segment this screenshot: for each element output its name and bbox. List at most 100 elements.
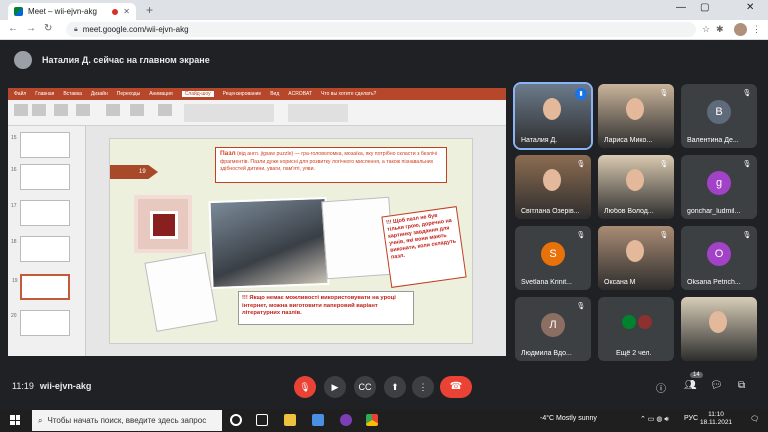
- camera-button[interactable]: ▶: [324, 376, 346, 398]
- participant-tile[interactable]: 🎙︎ Лариса Мико...: [598, 84, 674, 148]
- meeting-details-icon[interactable]: ⓘ: [656, 380, 666, 395]
- task-view-icon[interactable]: [256, 414, 268, 426]
- ppt-tab[interactable]: Вставка: [63, 91, 82, 97]
- ppt-tab[interactable]: Файл: [14, 91, 26, 97]
- mic-off-button[interactable]: 🎙︎: [294, 376, 316, 398]
- participant-name: Лариса Мико...: [604, 137, 653, 144]
- participant-tile[interactable]: 🎙︎ Любов Волод...: [598, 155, 674, 219]
- taskbar-search[interactable]: ⌕ Чтобы начать поиск, введите здесь запр…: [32, 410, 222, 431]
- ppt-tab[interactable]: Главная: [35, 91, 54, 97]
- chat-icon[interactable]: 💬︎: [710, 380, 723, 391]
- forward-icon[interactable]: →: [26, 23, 36, 34]
- ppt-tab[interactable]: ACROBAT: [288, 91, 312, 97]
- participants-count: 14: [690, 372, 703, 378]
- participant-tile[interactable]: Л 🎙︎ Людмила Вдо...: [515, 297, 591, 361]
- presenter-banner: Наталия Д. сейчас на главном экране: [8, 48, 760, 72]
- url-field[interactable]: 🔒︎ meet.google.com/wii-ejvn-akg: [66, 22, 696, 37]
- reload-icon[interactable]: ↻: [44, 23, 52, 34]
- meeting-code: wii-ejvn-akg: [39, 381, 92, 391]
- notifications-icon[interactable]: 🗨︎: [750, 415, 759, 423]
- search-icon: ⌕: [38, 415, 43, 425]
- meet-control-bar: 11:19 wii-ejvn-akg 🎙︎ ▶ CC ⬆ ⋮ ☎ ⓘ 👥︎ 14 …: [0, 372, 768, 402]
- ppt-tab[interactable]: Дизайн: [91, 91, 108, 97]
- slide-thumbnail[interactable]: 18: [11, 236, 70, 262]
- ppt-workspace: 15 16 17 18 19 20 19 Пазл (від англ. jig…: [8, 126, 506, 356]
- clock-date: 18.11.2021: [700, 419, 733, 427]
- menu-icon[interactable]: ⋮: [752, 24, 761, 35]
- participant-tile[interactable]: S 🎙︎ Svetlana Krinit...: [515, 226, 591, 290]
- maximize-icon[interactable]: ▢: [700, 2, 709, 13]
- new-tab-button[interactable]: +: [146, 3, 153, 17]
- store-icon[interactable]: [312, 414, 324, 426]
- back-icon[interactable]: ←: [8, 23, 18, 34]
- ppt-tab[interactable]: Что вы хотите сделать?: [321, 91, 376, 97]
- people-icon[interactable]: 👥︎: [684, 380, 697, 391]
- mic-muted-icon: 🎙︎: [659, 232, 669, 239]
- ppt-tab[interactable]: Слайд-шоу: [181, 91, 214, 97]
- mic-muted-icon: 🎙︎: [659, 90, 669, 97]
- file-explorer-icon[interactable]: [284, 414, 296, 426]
- participant-video: [681, 297, 757, 361]
- slide-thumbnail-selected[interactable]: 19: [12, 274, 70, 300]
- slide-thumbnail[interactable]: 15: [11, 132, 70, 158]
- search-placeholder: Чтобы начать поиск, введите здесь запрос: [47, 416, 207, 425]
- taskbar-clock[interactable]: 11:10 18.11.2021: [700, 411, 732, 428]
- puzzle-image: [134, 195, 192, 253]
- minimize-icon[interactable]: —: [676, 2, 686, 13]
- app-icon[interactable]: [340, 414, 352, 426]
- captions-button[interactable]: CC: [354, 376, 376, 398]
- present-button[interactable]: ⬆: [384, 376, 406, 398]
- activities-icon[interactable]: ⧉: [738, 380, 745, 391]
- participant-tile[interactable]: Ещё 2 чел.: [598, 297, 674, 361]
- ppt-tab[interactable]: Переходы: [117, 91, 140, 97]
- definition-text: (від англ. jigsaw puzzle) — гра-головоло…: [220, 151, 437, 172]
- browser-tab[interactable]: Meet – wii-ejvn-akg ✕: [8, 3, 136, 20]
- presenter-text: Наталия Д. сейчас на главном экране: [42, 55, 210, 65]
- participant-tile[interactable]: [681, 297, 757, 361]
- browser-tabstrip: Meet – wii-ejvn-akg ✕ + — ▢ ✕: [0, 0, 768, 20]
- close-window-icon[interactable]: ✕: [746, 2, 754, 13]
- extensions-icon[interactable]: ✱: [716, 24, 724, 35]
- star-icon[interactable]: ☆: [702, 24, 710, 35]
- slide-thumbnail[interactable]: 16: [11, 164, 70, 190]
- profile-avatar[interactable]: [734, 23, 747, 36]
- participant-name: Oksana Petrich...: [687, 279, 741, 286]
- close-tab-icon[interactable]: ✕: [123, 7, 130, 16]
- cortana-icon[interactable]: [230, 414, 242, 426]
- participant-name: Оксана М: [604, 279, 636, 286]
- participant-tile[interactable]: g 🎙︎ gonchar_ludmil...: [681, 155, 757, 219]
- windows-start-icon[interactable]: [10, 415, 20, 425]
- participant-tile[interactable]: 🎙︎ Світлана Озерів...: [515, 155, 591, 219]
- more-options-button[interactable]: ⋮: [412, 376, 434, 398]
- participant-name: Валентина Де...: [687, 137, 739, 144]
- slide-thumbnail[interactable]: 20: [11, 310, 70, 336]
- participant-tile[interactable]: В 🎙︎ Валентина Де...: [681, 84, 757, 148]
- leave-call-button[interactable]: ☎: [440, 376, 472, 398]
- shared-screen: Файл Главная Вставка Дизайн Переходы Анимация…: [8, 88, 506, 356]
- classroom-photo: [208, 196, 330, 290]
- participant-avatar: В: [707, 100, 731, 124]
- participant-name: Svetlana Krinit...: [521, 279, 572, 286]
- mic-muted-icon: 🎙︎: [576, 303, 586, 310]
- participant-tile[interactable]: O 🎙︎ Oksana Petrich...: [681, 226, 757, 290]
- note-box: !!! Щоб пазл не був тільки грою, доречно…: [381, 206, 467, 288]
- definition-box: Пазл (від англ. jigsaw puzzle) — гра-гол…: [215, 147, 447, 183]
- meeting-time: 11:19: [12, 381, 34, 391]
- chrome-icon[interactable]: [366, 414, 378, 426]
- slide-thumbnail[interactable]: 17: [11, 200, 70, 226]
- ppt-tab[interactable]: Рецензирование: [223, 91, 262, 97]
- language-indicator[interactable]: РУС: [684, 415, 698, 422]
- weather-widget[interactable]: -4°C Mostly sunny: [540, 415, 597, 422]
- participant-name: gonchar_ludmil...: [687, 208, 741, 215]
- participant-avatar: O: [707, 242, 731, 266]
- participant-tile[interactable]: ▮ Наталия Д.: [513, 82, 593, 150]
- address-bar: ← → ↻ 🔒︎ meet.google.com/wii-ejvn-akg ☆ …: [0, 20, 768, 40]
- speaking-indicator-icon: ▮: [575, 88, 587, 100]
- presenter-avatar: [14, 51, 32, 69]
- tray-icons[interactable]: ⌃ ▭ ◍ 🔊︎: [640, 415, 669, 424]
- participant-tile[interactable]: 🎙︎ Оксана М: [598, 226, 674, 290]
- ppt-tab[interactable]: Анимация: [149, 91, 172, 97]
- ppt-tab[interactable]: Вид: [270, 91, 279, 97]
- participant-avatar: Л: [541, 313, 565, 337]
- mic-muted-icon: 🎙︎: [742, 161, 752, 168]
